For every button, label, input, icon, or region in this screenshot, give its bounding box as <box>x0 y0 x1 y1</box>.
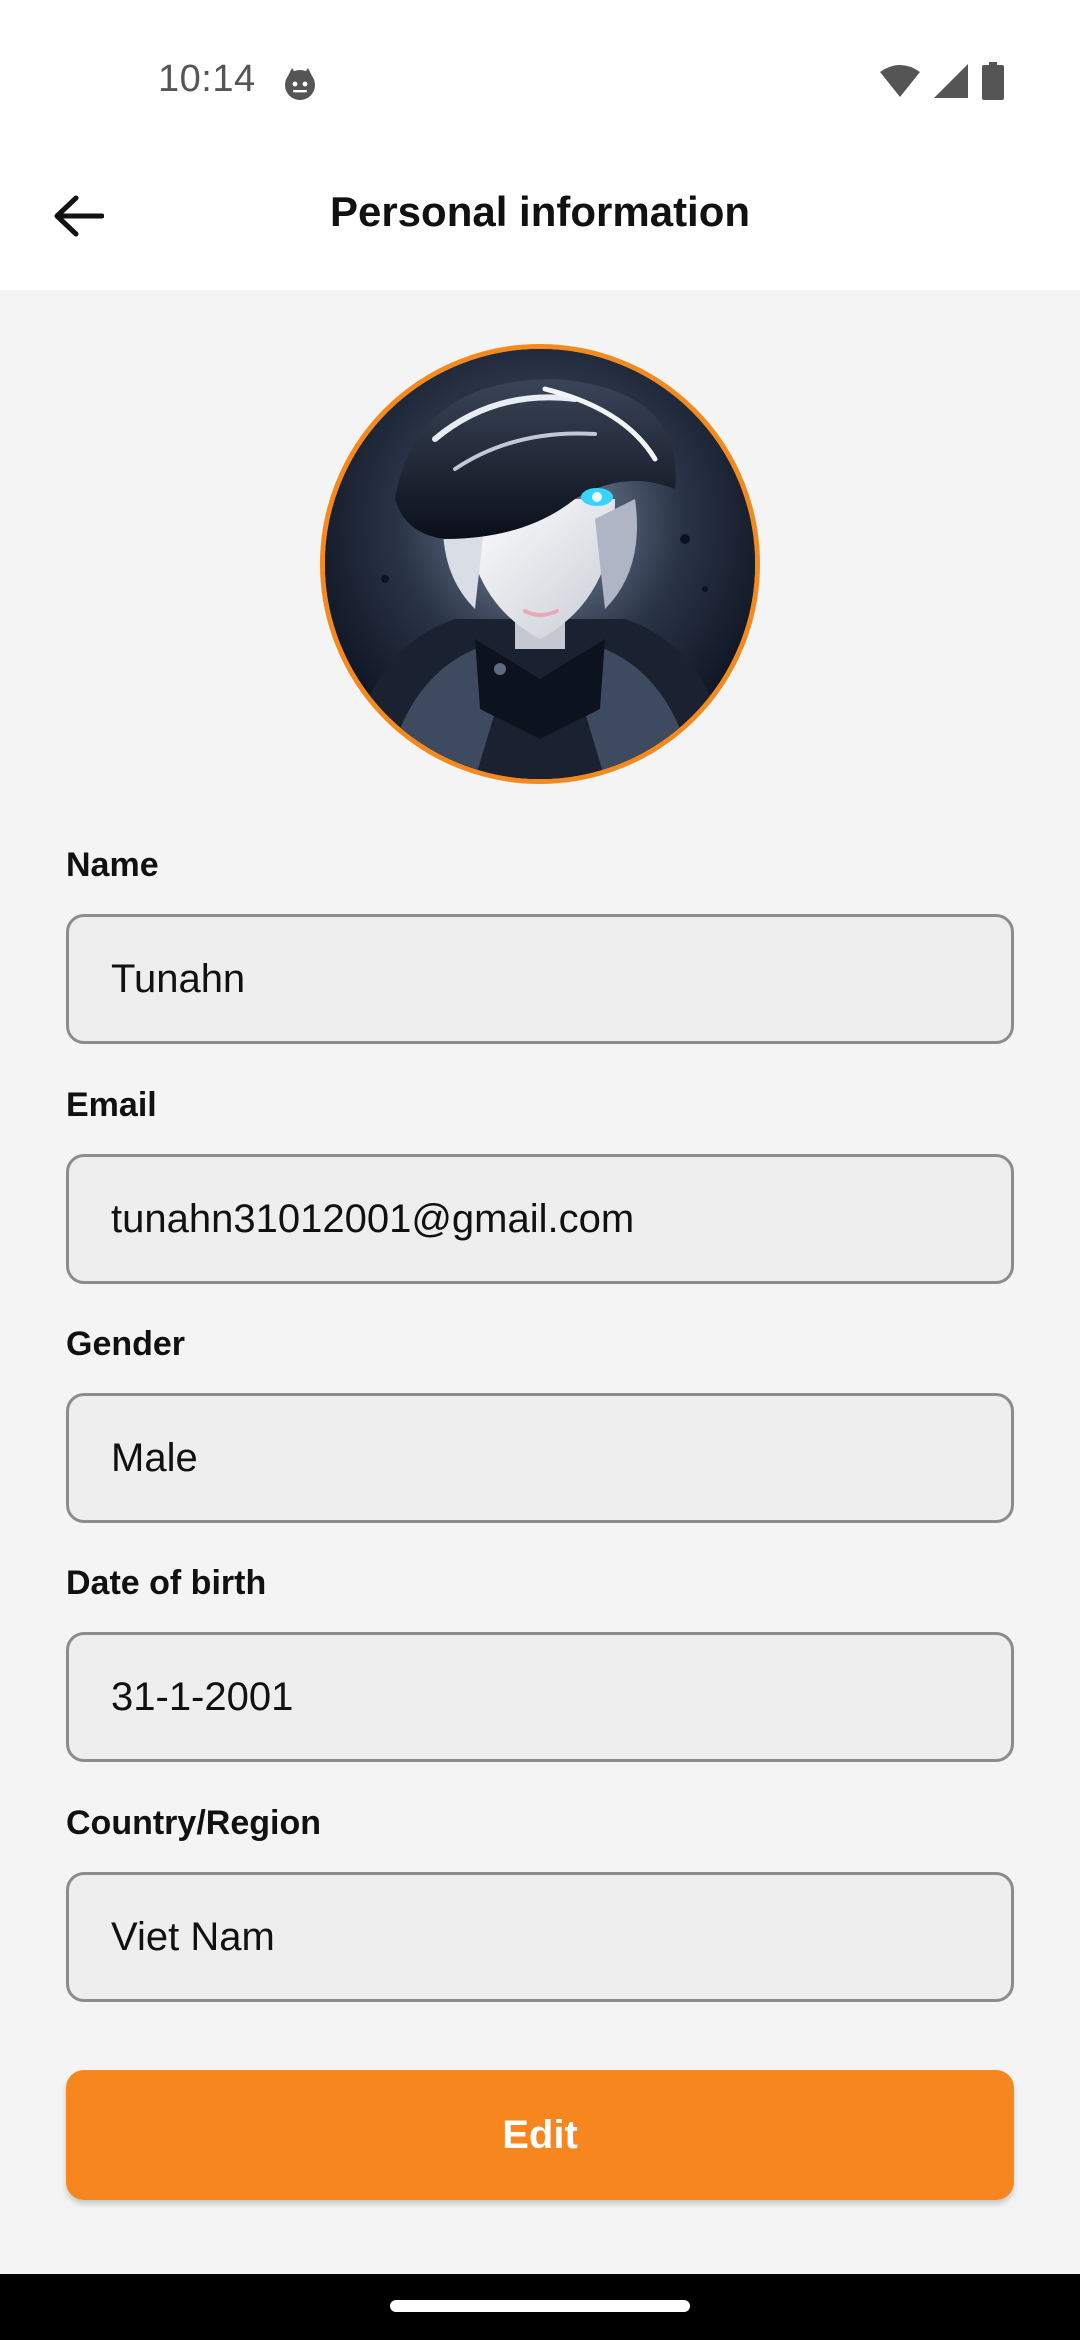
avatar[interactable] <box>320 344 760 784</box>
date-of-birth-label: Date of birth <box>66 1564 267 1602</box>
country-region-field[interactable] <box>69 1875 1011 1999</box>
gender-field[interactable] <box>69 1396 1011 1520</box>
email-label: Email <box>66 1086 157 1124</box>
date-of-birth-field[interactable] <box>69 1635 1011 1759</box>
status-bar: 10:14 <box>0 0 1080 170</box>
email-field[interactable] <box>69 1157 1011 1281</box>
home-indicator[interactable] <box>390 2300 690 2312</box>
gender-label: Gender <box>66 1325 186 1363</box>
edit-button[interactable]: Edit <box>66 2070 1014 2200</box>
app-bar: Personal information <box>0 170 1080 290</box>
name-field-box[interactable] <box>66 914 1014 1044</box>
name-label: Name <box>66 846 159 884</box>
status-icons <box>880 62 1004 105</box>
page-title: Personal information <box>329 188 751 235</box>
status-time: 10:14 <box>158 58 256 100</box>
cellular-signal-icon <box>934 64 968 103</box>
date-of-birth-field-box[interactable] <box>66 1632 1014 1762</box>
gender-field-box[interactable] <box>66 1393 1014 1523</box>
country-region-label: Country/Region <box>66 1804 321 1842</box>
battery-icon <box>982 62 1004 105</box>
name-field[interactable] <box>69 917 1011 1041</box>
cat-face-icon <box>282 66 318 102</box>
email-field-box[interactable] <box>66 1154 1014 1284</box>
wifi-icon <box>880 64 920 103</box>
navigation-bar <box>0 2274 1080 2340</box>
country-region-field-box[interactable] <box>66 1872 1014 2002</box>
